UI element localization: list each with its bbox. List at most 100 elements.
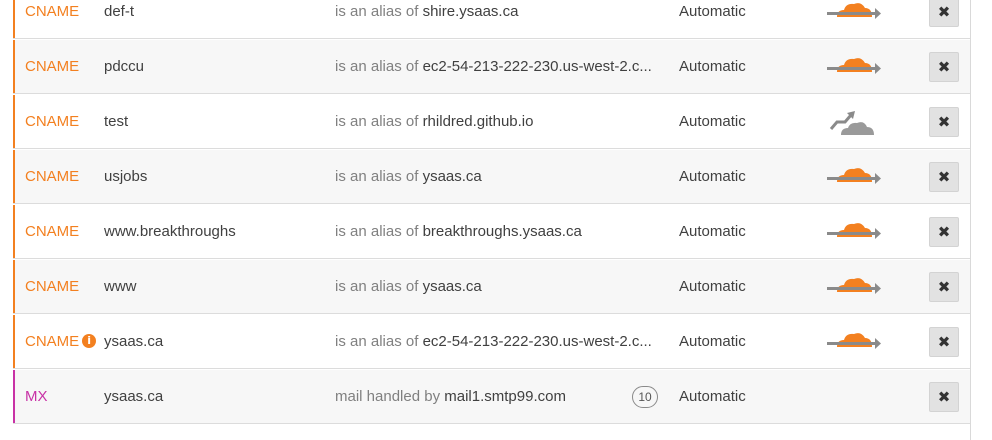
record-value-target: ec2-54-213-222-230.us-west-2.c...	[422, 58, 652, 75]
record-ttl[interactable]: Automatic	[679, 370, 746, 424]
record-type-label: MX	[25, 388, 48, 405]
proxy-status-toggle[interactable]	[827, 315, 887, 369]
delete-record-button[interactable]: ✖	[929, 217, 959, 247]
record-type[interactable]: CNAME	[25, 95, 79, 149]
proxy-status-toggle[interactable]	[827, 95, 887, 149]
record-value-prefix: is an alias of	[335, 113, 419, 130]
table-bottom-spacer	[13, 424, 970, 440]
close-icon: ✖	[937, 333, 951, 351]
record-value[interactable]: is an alias of ec2-54-213-222-230.us-wes…	[335, 40, 665, 94]
record-ttl[interactable]: Automatic	[679, 40, 746, 94]
record-value-prefix: is an alias of	[335, 58, 419, 75]
proxy-status-toggle[interactable]	[827, 150, 887, 204]
table-row[interactable]: CNAME pdccu is an alias of ec2-54-213-222-…	[13, 40, 970, 94]
record-value-target: mail1.smtp99.com	[444, 388, 566, 405]
record-name[interactable]: www.breakthroughs	[104, 205, 236, 259]
record-ttl[interactable]: Automatic	[679, 315, 746, 369]
record-value-prefix: is an alias of	[335, 168, 419, 185]
record-type-label: CNAME	[25, 333, 80, 350]
delete-record-button[interactable]: ✖	[929, 52, 959, 82]
record-name[interactable]: def-t	[104, 0, 134, 39]
close-icon: ✖	[937, 3, 951, 21]
record-type-accent	[13, 315, 15, 368]
record-name[interactable]: ysaas.ca	[104, 315, 163, 369]
record-type-accent	[13, 95, 15, 148]
delete-record-button[interactable]: ✖	[929, 382, 959, 412]
record-type[interactable]: MX	[25, 370, 48, 424]
record-name[interactable]: usjobs	[104, 150, 147, 204]
record-value-prefix: is an alias of	[335, 333, 419, 350]
record-value-prefix: is an alias of	[335, 3, 419, 20]
record-name[interactable]: www	[104, 260, 137, 314]
record-ttl[interactable]: Automatic	[679, 95, 746, 149]
record-type-label: CNAME	[25, 223, 80, 240]
table-row[interactable]: CNAME i ysaas.ca is an alias of ec2-54-213-…	[13, 315, 970, 369]
delete-record-button[interactable]: ✖	[929, 162, 959, 192]
record-type[interactable]: CNAME	[25, 0, 79, 39]
dns-records-table: CNAME def-t is an alias of shire.ysaas.ca A…	[0, 0, 992, 440]
record-value-target: shire.ysaas.ca	[422, 3, 519, 20]
record-value[interactable]: is an alias of shire.ysaas.ca	[335, 0, 665, 39]
record-value[interactable]: is an alias of ec2-54-213-222-230.us-wes…	[335, 315, 665, 369]
record-type-label: CNAME	[25, 113, 80, 130]
record-type-label: CNAME	[25, 58, 80, 75]
proxy-status-toggle[interactable]	[827, 40, 887, 94]
record-type[interactable]: CNAME	[25, 260, 79, 314]
record-value-prefix: is an alias of	[335, 278, 419, 295]
close-icon: ✖	[937, 223, 951, 241]
record-ttl[interactable]: Automatic	[679, 0, 746, 39]
record-name[interactable]: test	[104, 95, 128, 149]
record-name[interactable]: pdccu	[104, 40, 144, 94]
record-type-label: CNAME	[25, 3, 80, 20]
proxy-status-toggle[interactable]	[827, 260, 887, 314]
close-icon: ✖	[937, 113, 951, 131]
record-type-label: CNAME	[25, 278, 80, 295]
record-value-target: ysaas.ca	[422, 168, 482, 185]
close-icon: ✖	[937, 388, 951, 406]
delete-record-button[interactable]: ✖	[929, 0, 959, 27]
close-icon: ✖	[937, 278, 951, 296]
close-icon: ✖	[937, 168, 951, 186]
table-row[interactable]: CNAME usjobs is an alias of ysaas.ca Automa…	[13, 150, 970, 204]
record-ttl[interactable]: Automatic	[679, 260, 746, 314]
record-value[interactable]: is an alias of ysaas.ca	[335, 260, 665, 314]
record-value[interactable]: is an alias of ysaas.ca	[335, 150, 665, 204]
delete-record-button[interactable]: ✖	[929, 107, 959, 137]
proxy-status-toggle[interactable]	[827, 205, 887, 259]
table-row[interactable]: CNAME www is an alias of ysaas.ca Automatic…	[13, 260, 970, 314]
mx-priority-badge[interactable]: 10	[632, 386, 658, 408]
table-right-border	[970, 0, 971, 440]
record-value-prefix: mail handled by	[335, 388, 441, 405]
record-type-accent	[13, 260, 15, 313]
delete-record-button[interactable]: ✖	[929, 327, 959, 357]
record-value[interactable]: mail handled by mail1.smtp99.com	[335, 370, 665, 424]
record-type-accent	[13, 370, 15, 423]
table-row[interactable]: CNAME def-t is an alias of shire.ysaas.ca A…	[13, 0, 970, 39]
record-type[interactable]: CNAME	[25, 40, 79, 94]
record-value[interactable]: is an alias of breakthroughs.ysaas.ca	[335, 205, 665, 259]
record-value-target: ysaas.ca	[422, 278, 482, 295]
record-type-label: CNAME	[25, 168, 80, 185]
table-row[interactable]: MX ysaas.ca mail handled by mail1.smtp99.c…	[13, 370, 970, 424]
record-type-accent	[13, 40, 15, 93]
record-ttl[interactable]: Automatic	[679, 150, 746, 204]
record-value[interactable]: is an alias of rhildred.github.io	[335, 95, 665, 149]
record-ttl[interactable]: Automatic	[679, 205, 746, 259]
info-icon[interactable]: i	[82, 334, 97, 349]
record-type[interactable]: CNAME i	[25, 315, 97, 369]
table-row[interactable]: CNAME www.breakthroughs is an alias of bre…	[13, 205, 970, 259]
record-value-target: ec2-54-213-222-230.us-west-2.c...	[422, 333, 652, 350]
close-icon: ✖	[937, 58, 951, 76]
delete-record-button[interactable]: ✖	[929, 272, 959, 302]
record-value-target: rhildred.github.io	[422, 113, 534, 130]
record-value-prefix: is an alias of	[335, 223, 419, 240]
record-name[interactable]: ysaas.ca	[104, 370, 163, 424]
proxy-status-toggle[interactable]	[827, 0, 887, 39]
record-type-accent	[13, 0, 15, 38]
record-type-accent	[13, 150, 15, 203]
record-type-accent	[13, 205, 15, 258]
table-row[interactable]: CNAME test is an alias of rhildred.github.…	[13, 95, 970, 149]
record-type[interactable]: CNAME	[25, 205, 79, 259]
record-value-target: breakthroughs.ysaas.ca	[422, 223, 582, 240]
record-type[interactable]: CNAME	[25, 150, 79, 204]
